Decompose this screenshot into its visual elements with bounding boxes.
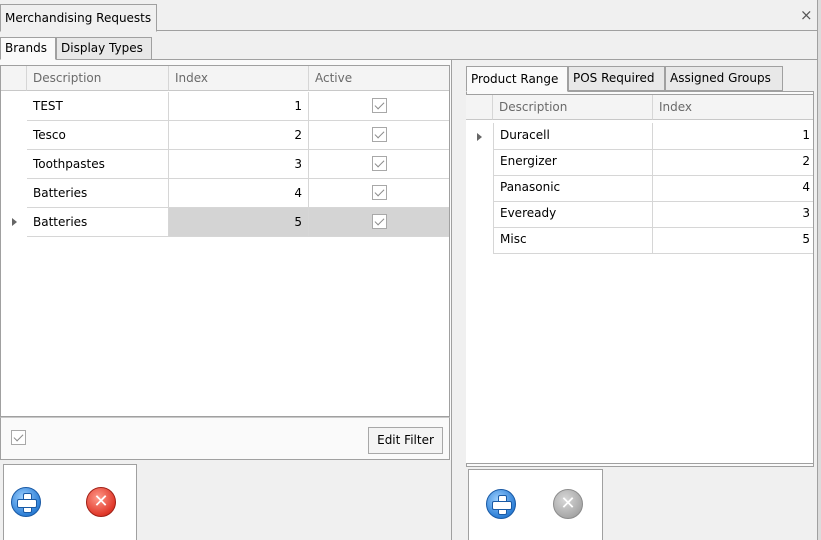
tab-merchandising-requests[interactable]: Merchandising Requests — [0, 4, 157, 32]
active-checkbox[interactable] — [372, 214, 387, 229]
column-header-description[interactable]: Description — [27, 66, 169, 91]
tab-brands-label: Brands — [5, 41, 47, 55]
tab-brands[interactable]: Brands — [0, 37, 56, 60]
cell-index[interactable]: 1 — [169, 92, 309, 121]
brands-grid: Description Index Active TEST 1 Tesco 2 … — [0, 65, 450, 417]
x-circle-icon: ✕ — [93, 491, 109, 512]
add-brand-button[interactable] — [11, 487, 41, 517]
tab-display-types[interactable]: Display Types — [56, 37, 152, 60]
row-indicator-header — [466, 95, 493, 120]
filter-bar: Edit Filter — [0, 417, 450, 460]
cell-description[interactable]: Tesco — [27, 121, 169, 150]
delete-brand-button[interactable]: ✕ — [86, 487, 116, 517]
column-header-index[interactable]: Index — [653, 95, 813, 120]
cell-active[interactable] — [309, 179, 449, 208]
cell-index[interactable]: 4 — [653, 175, 813, 202]
active-checkbox[interactable] — [372, 98, 387, 113]
add-product-button[interactable] — [486, 489, 516, 519]
cell-description[interactable]: Batteries — [27, 179, 169, 208]
cell-index[interactable]: 4 — [169, 179, 309, 208]
row-selector-arrow-icon — [477, 133, 482, 141]
filter-enabled-checkbox[interactable] — [11, 430, 26, 445]
tab-product-range-label: Product Range — [471, 72, 559, 86]
column-header-index[interactable]: Index — [169, 66, 309, 91]
tab-assigned-groups[interactable]: Assigned Groups — [665, 66, 783, 91]
column-header-active[interactable]: Active — [309, 66, 449, 91]
window-edge — [817, 0, 821, 540]
tab-display-types-label: Display Types — [61, 41, 143, 55]
cell-description[interactable]: Panasonic — [493, 175, 653, 202]
cell-description[interactable]: Energizer — [493, 149, 653, 176]
cell-index[interactable]: 3 — [653, 201, 813, 228]
column-header-description[interactable]: Description — [493, 95, 653, 120]
cell-description[interactable]: Toothpastes — [27, 150, 169, 179]
cell-index[interactable]: 5 — [653, 227, 813, 254]
active-checkbox[interactable] — [372, 185, 387, 200]
cell-active[interactable] — [309, 208, 449, 237]
cell-active[interactable] — [309, 92, 449, 121]
cell-description[interactable]: Batteries — [27, 208, 169, 237]
cell-index[interactable]: 2 — [169, 121, 309, 150]
cell-description[interactable]: Misc — [493, 227, 653, 254]
row-indicator-header — [1, 66, 27, 91]
cell-description[interactable]: Eveready — [493, 201, 653, 228]
cell-index[interactable]: 1 — [653, 123, 813, 150]
products-action-panel: ✕ — [468, 469, 603, 540]
tab-assigned-groups-label: Assigned Groups — [670, 71, 771, 85]
tab-pos-required-label: POS Required — [573, 71, 655, 85]
cell-active[interactable] — [309, 121, 449, 150]
tab-product-range[interactable]: Product Range — [466, 66, 568, 92]
product-grid: Description Index Duracell 1 Energizer 2… — [466, 94, 814, 464]
active-checkbox[interactable] — [372, 127, 387, 142]
cell-description[interactable]: Duracell — [493, 123, 653, 150]
cell-index[interactable]: 2 — [653, 149, 813, 176]
brands-action-panel: ✕ — [3, 464, 137, 540]
x-circle-icon: ✕ — [560, 493, 576, 514]
tab-merchandising-requests-label: Merchandising Requests — [5, 11, 152, 25]
cell-index-selected[interactable]: 5 — [169, 208, 309, 237]
row-selector-arrow-icon — [12, 218, 17, 226]
active-checkbox[interactable] — [372, 156, 387, 171]
cell-description[interactable]: TEST — [27, 92, 169, 121]
edit-filter-button[interactable]: Edit Filter — [368, 427, 443, 454]
cell-active[interactable] — [309, 150, 449, 179]
close-icon[interactable]: × — [800, 6, 814, 24]
delete-product-button-disabled[interactable]: ✕ — [553, 489, 583, 519]
cell-index[interactable]: 3 — [169, 150, 309, 179]
tab-pos-required[interactable]: POS Required — [568, 66, 665, 91]
